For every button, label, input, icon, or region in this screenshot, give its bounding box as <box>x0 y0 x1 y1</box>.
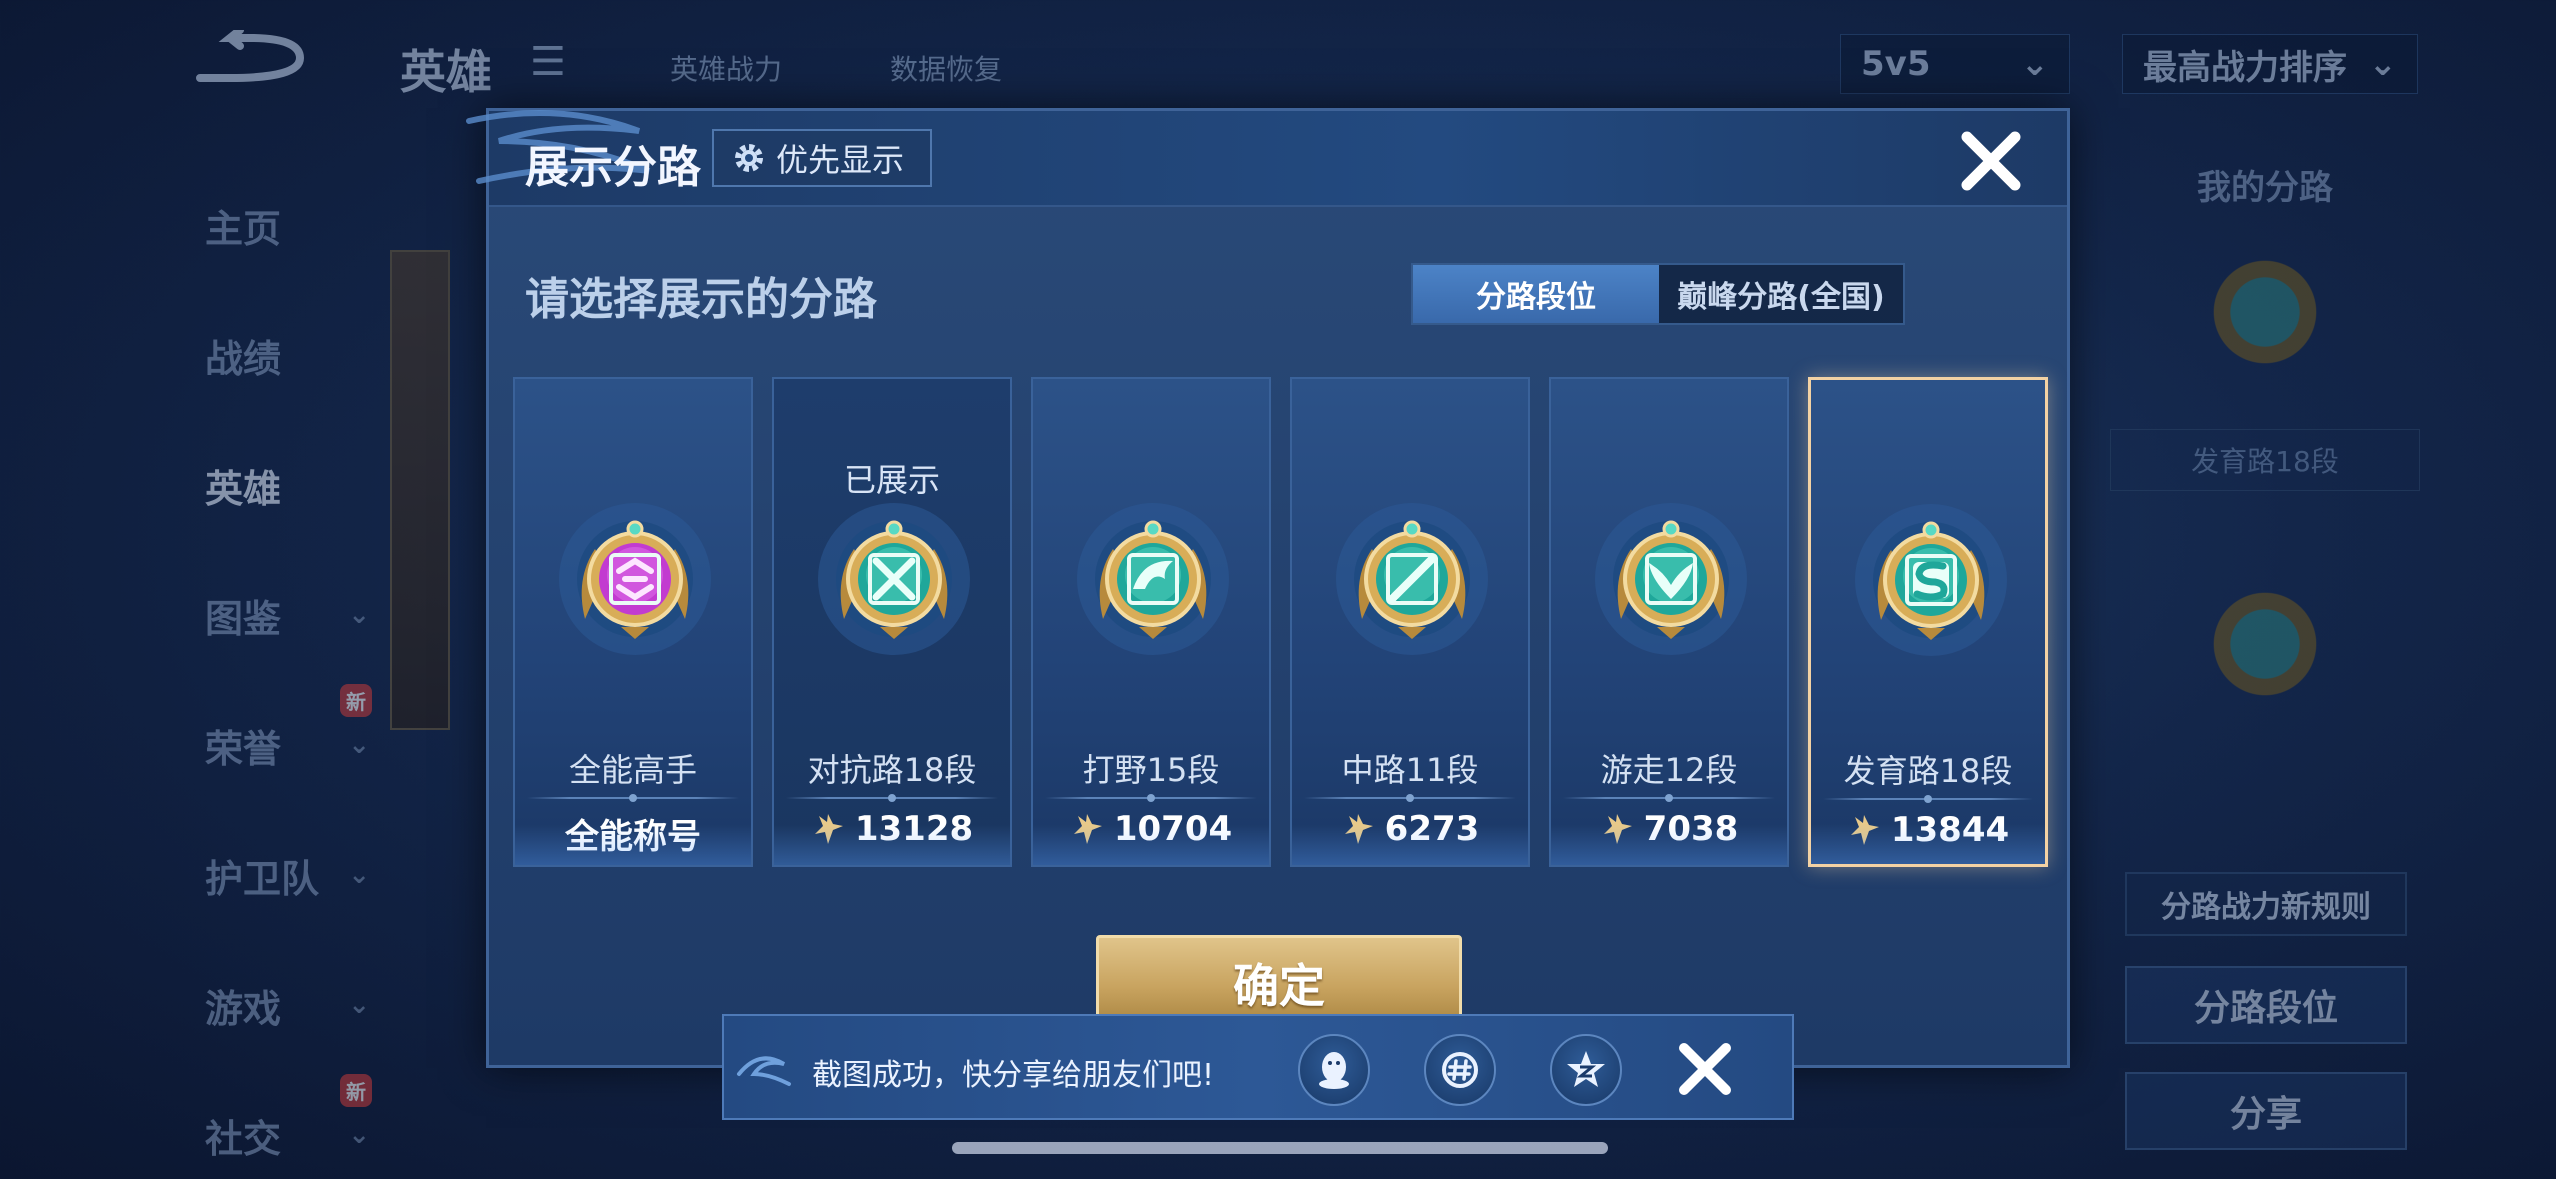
sidebar-item[interactable]: 社交 ⌄ 新 <box>180 1070 400 1179</box>
roam-emblem-icon <box>1595 503 1747 655</box>
shown-status-label: 已展示 <box>843 461 940 499</box>
sidebar-item-label: 荣誉 <box>205 726 282 771</box>
qzone-icon <box>1567 1051 1605 1087</box>
lane-display-dialog: 展示分路 优先显示 请选择展示的分路 分路段位 巅峰分路(全国) 全能高手全能称… <box>466 108 2070 1068</box>
gear-icon <box>735 144 763 172</box>
back-arrow-icon[interactable] <box>190 30 310 90</box>
sidebar-item[interactable]: 英雄 <box>180 420 400 550</box>
share-qzone-button[interactable] <box>1550 1034 1622 1106</box>
farm-lane-emblem-icon <box>2205 249 2325 389</box>
toast-message: 截图成功，快分享给朋友们吧! <box>812 1058 1215 1093</box>
sidebar-item[interactable]: 主页 <box>180 160 400 290</box>
hero-power-link[interactable]: 英雄战力 <box>670 48 782 88</box>
tab-peak-lane[interactable]: 巅峰分路(全国) <box>1659 265 1903 323</box>
mode-dropdown-value: 5v5 <box>1861 44 1931 84</box>
lane-power-rules-button[interactable]: 分路战力新规则 <box>2125 872 2407 936</box>
sidebar-item[interactable]: 图鉴 ⌄ <box>180 550 400 680</box>
tab-lane-rank[interactable]: 分路段位 <box>1413 265 1659 323</box>
sidebar-item-label: 护卫队 <box>205 856 320 901</box>
lane-card[interactable]: 发育路18段13844 <box>1808 377 2048 867</box>
sidebar-item-label: 主页 <box>205 206 282 251</box>
my-lanes-panel: 我的分路 发育路18段 <box>2110 160 2420 721</box>
lane-name: 中路11段 <box>1341 751 1479 789</box>
lane-card[interactable]: 已展示 对抗路18段13128 <box>772 377 1012 867</box>
sidebar-item-label: 图鉴 <box>205 596 282 641</box>
lane-card[interactable]: 游走12段7038 <box>1549 377 1789 867</box>
chevron-down-icon: ⌄ <box>2020 44 2050 84</box>
data-restore-link[interactable]: 数据恢复 <box>890 48 1002 88</box>
chevron-down-icon: ⌄ <box>348 860 370 890</box>
priority-display-label: 优先显示 <box>776 141 905 179</box>
card-glow <box>1292 825 1528 865</box>
lane-card[interactable]: 全能高手全能称号 <box>513 377 753 867</box>
divider <box>1304 794 1516 802</box>
dialog-subtitle: 请选择展示的分路 <box>525 274 877 325</box>
divider <box>1045 794 1257 802</box>
my-lane-label: 发育路18段 <box>2110 429 2420 491</box>
mid-lane-emblem-icon <box>1336 503 1488 655</box>
lane-card[interactable]: 中路11段6273 <box>1290 377 1530 867</box>
chevron-down-icon: ⌄ <box>348 600 370 630</box>
sidebar-item-label: 英雄 <box>205 466 282 511</box>
jungle-emblem-icon <box>1077 503 1229 655</box>
sidebar-item[interactable]: 游戏 ⌄ <box>180 940 400 1070</box>
divider <box>1823 795 2033 803</box>
sidebar-item-label: 战绩 <box>205 336 282 381</box>
sidebar-item-label: 社交 <box>205 1116 282 1161</box>
page-title: 英雄 <box>400 45 492 99</box>
side-menu: 主页 战绩 英雄 图鉴 ⌄ 荣誉 ⌄ 新护卫队 ⌄ 游戏 ⌄ 社交 ⌄ 新 <box>180 160 400 1179</box>
chevron-down-icon: ⌄ <box>348 1120 370 1150</box>
dialog-header: 展示分路 优先显示 <box>466 110 2067 207</box>
swirl-decoration <box>737 1056 791 1086</box>
chevron-down-icon: ⌄ <box>2368 44 2398 84</box>
sort-dropdown[interactable]: 最高战力排序 ⌄ <box>2122 34 2418 94</box>
qq-icon <box>1319 1052 1349 1089</box>
lane-name: 对抗路18段 <box>807 751 977 789</box>
lane-name: 发育路18段 <box>1843 752 2013 790</box>
close-icon[interactable] <box>1674 1038 1736 1100</box>
card-glow <box>1811 824 2045 864</box>
sidebar-item[interactable]: 护卫队 ⌄ <box>180 810 400 940</box>
farm-lane-emblem-icon <box>1855 504 2007 656</box>
sidebar-item-label: 游戏 <box>205 986 282 1031</box>
new-badge: 新 <box>340 684 372 717</box>
my-lanes-title: 我的分路 <box>2197 168 2333 208</box>
card-glow <box>774 825 1010 865</box>
divider <box>786 794 998 802</box>
hero-card-partial <box>390 250 450 730</box>
screenshot-share-toast: 截图成功，快分享给朋友们吧! <box>722 1014 1794 1120</box>
mode-dropdown[interactable]: 5v5 ⌄ <box>1840 34 2070 94</box>
lane-name: 打野15段 <box>1082 751 1220 789</box>
share-qq-button[interactable] <box>1298 1034 1370 1106</box>
sidebar-item[interactable]: 荣誉 ⌄ 新 <box>180 680 400 810</box>
lane-name: 全能高手 <box>568 751 697 789</box>
close-icon[interactable] <box>1957 127 2025 195</box>
divider <box>1563 794 1775 802</box>
clash-lane-emblem-icon <box>2205 581 2325 721</box>
share-button[interactable]: 分享 <box>2125 1072 2407 1150</box>
divider <box>527 794 739 802</box>
lane-rank-button[interactable]: 分路段位 <box>2125 966 2407 1044</box>
list-icon[interactable]: ☰ <box>530 40 574 84</box>
lane-cards: 全能高手全能称号已展示 对抗路18段13128 打野15段10704 中路11段… <box>513 377 2049 867</box>
sort-dropdown-value: 最高战力排序 <box>2143 47 2347 88</box>
all-round-emblem-icon <box>559 503 711 655</box>
priority-display-button[interactable]: 优先显示 <box>712 129 932 187</box>
lane-card[interactable]: 打野15段10704 <box>1031 377 1271 867</box>
sidebar-item[interactable]: 战绩 <box>180 290 400 420</box>
home-indicator[interactable] <box>952 1142 1608 1154</box>
card-glow <box>1033 825 1269 865</box>
card-glow <box>515 825 751 865</box>
dialog-title: 展示分路 <box>525 142 701 193</box>
card-glow <box>1551 825 1787 865</box>
new-badge: 新 <box>340 1074 372 1107</box>
lane-name: 游走12段 <box>1600 751 1738 789</box>
chevron-down-icon: ⌄ <box>348 990 370 1020</box>
lane-type-tabs: 分路段位 巅峰分路(全国) <box>1411 263 1905 325</box>
clash-lane-emblem-icon <box>818 503 970 655</box>
wechat-moments-icon <box>1442 1052 1478 1088</box>
share-moments-button[interactable] <box>1424 1034 1496 1106</box>
chevron-down-icon: ⌄ <box>348 730 370 760</box>
